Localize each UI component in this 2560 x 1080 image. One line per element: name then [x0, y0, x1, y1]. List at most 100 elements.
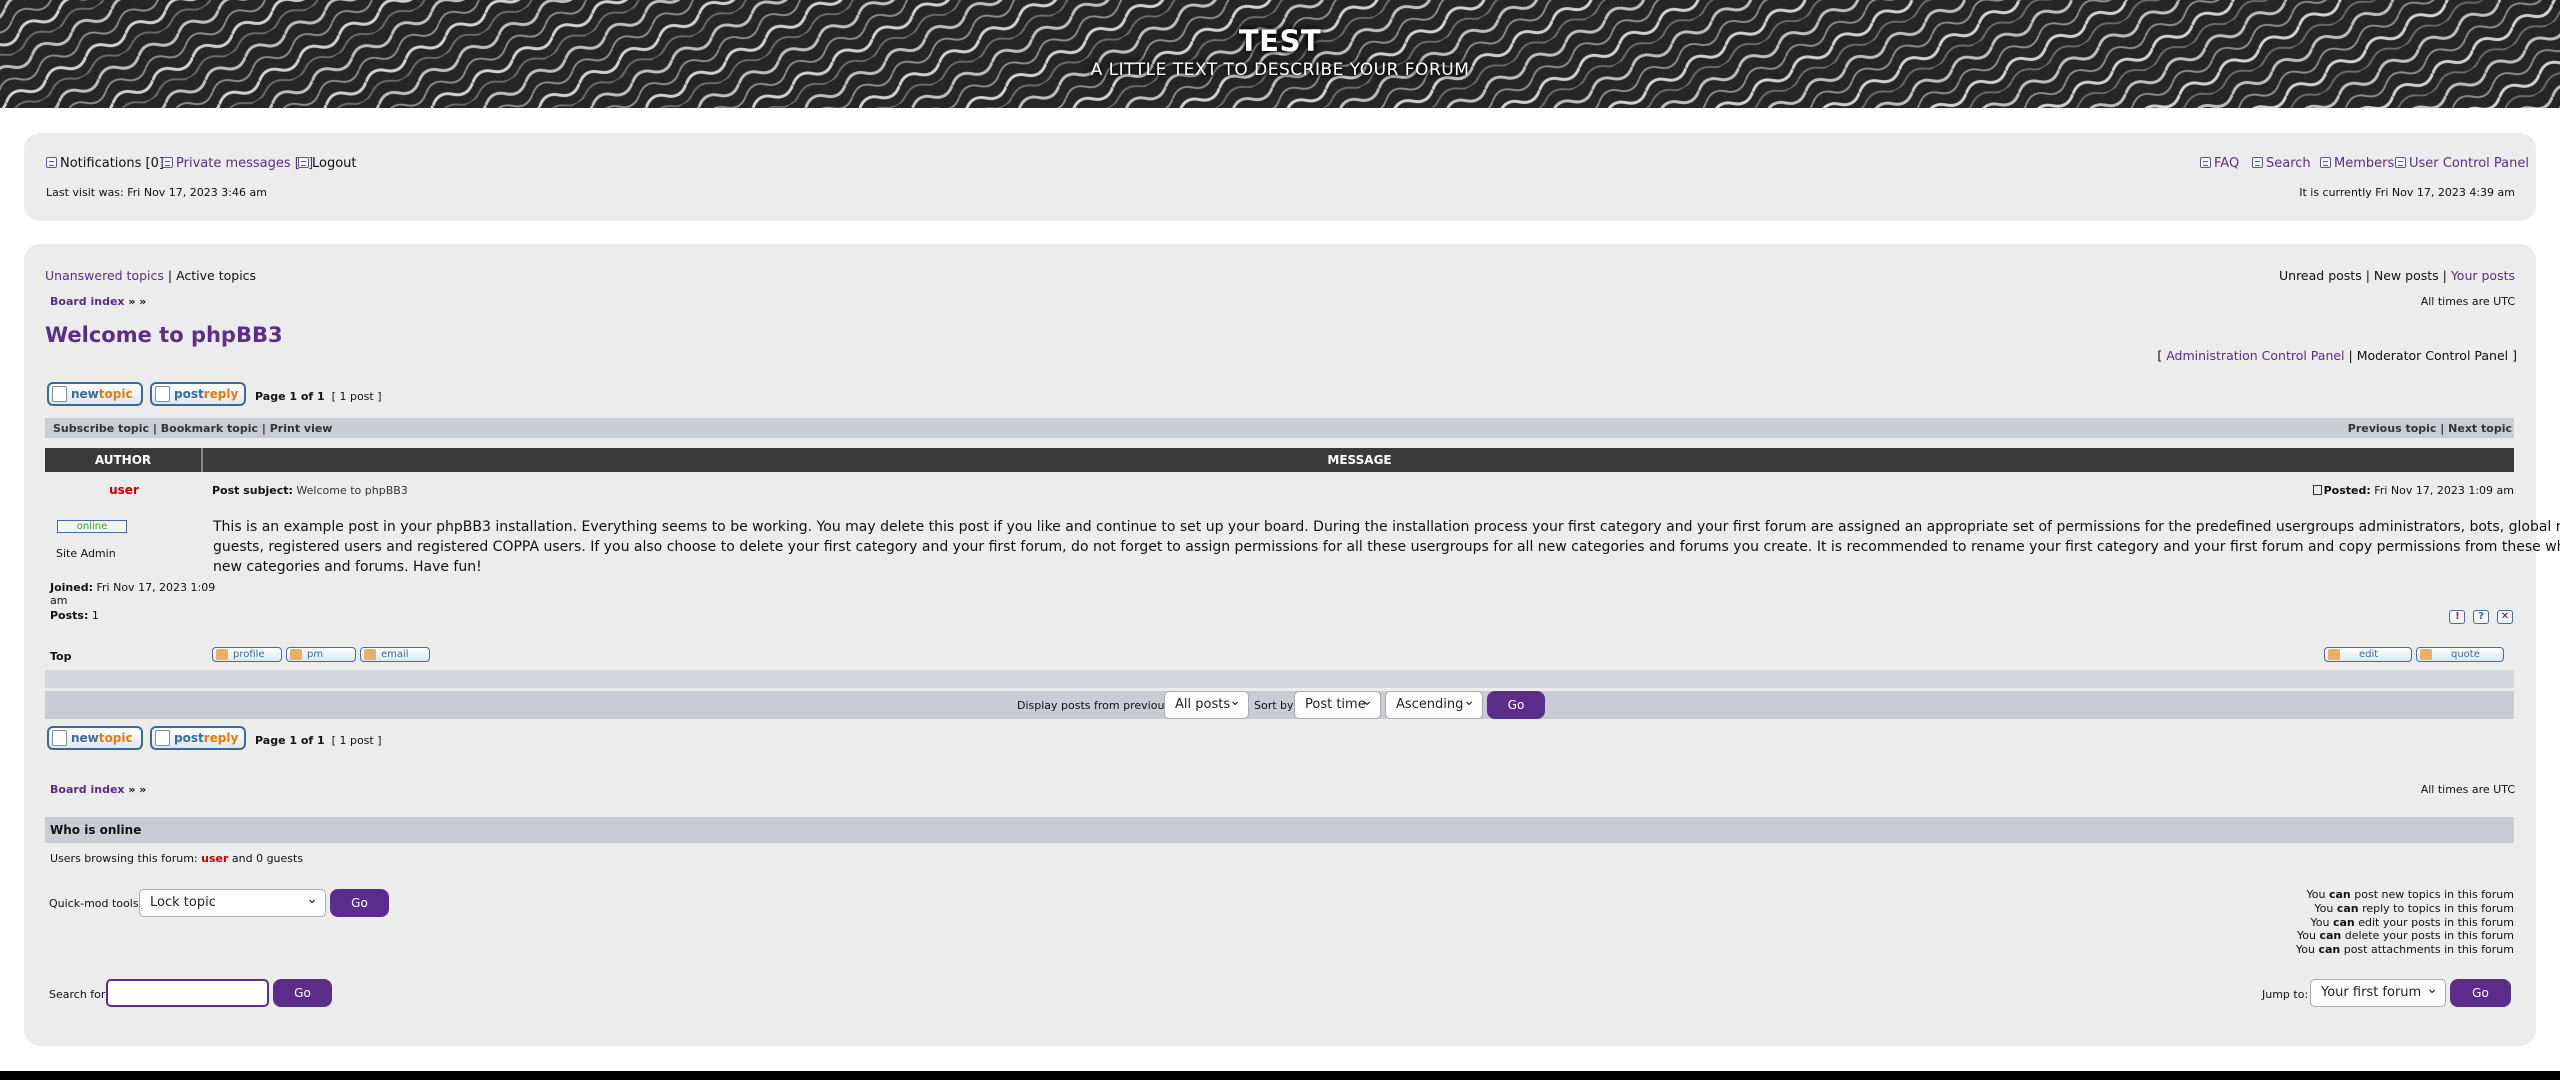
notifications-link[interactable]: Notifications [0]	[46, 156, 164, 171]
subject-text[interactable]: Welcome to phpBB3	[296, 484, 407, 497]
new-topic-button-bottom[interactable]: newtopic	[47, 726, 143, 750]
content-panel	[24, 244, 2536, 1046]
board-index-link[interactable]: Board index	[50, 295, 125, 308]
permission-item: You can post new topics in this forum	[2306, 888, 2515, 901]
post-reply-button-bottom[interactable]: postreply	[150, 726, 246, 750]
display-posts-select[interactable]: All posts	[1164, 688, 1249, 719]
edit-icon	[2328, 649, 2340, 660]
active-topics-link[interactable]: Active topics	[176, 268, 256, 283]
nav-separator: |	[261, 422, 266, 435]
post-author[interactable]: user	[45, 483, 203, 497]
acp-link[interactable]: Administration Control Panel	[2166, 348, 2344, 363]
jump-go-button[interactable]: Go	[2450, 979, 2511, 1007]
logout-link[interactable]: Logout	[298, 156, 357, 171]
members-link[interactable]: Members	[2320, 156, 2394, 171]
unanswered-topics-link[interactable]: Unanswered topics	[45, 268, 164, 283]
private-messages-link[interactable]: Private messages [0]	[162, 156, 313, 171]
breadcrumb: Board index » »	[50, 295, 146, 308]
posts-label: Posts:	[50, 609, 89, 622]
pm-button-label: pm	[307, 649, 324, 660]
nav-separator: |	[167, 268, 173, 283]
subject-label: Post subject:	[212, 484, 293, 497]
page-info: Page 1 of 1	[255, 734, 325, 747]
post-separator	[45, 670, 2514, 688]
post-reply-icon	[155, 386, 170, 402]
footer-bar	[0, 1071, 2560, 1080]
message-column-header: MESSAGE	[1327, 453, 1392, 467]
info-icon[interactable]: ?	[2473, 610, 2490, 624]
quote-button[interactable]: quote	[2416, 646, 2504, 662]
breadcrumb-tail: » »	[128, 783, 147, 796]
quickmod-select[interactable]: Lock topic	[139, 886, 326, 917]
joined-label: Joined:	[50, 581, 93, 594]
browsing-user[interactable]: user	[201, 852, 228, 865]
post-reply-icon	[155, 730, 170, 746]
nav-separator: |	[2365, 268, 2370, 283]
nav-separator: |	[152, 422, 157, 435]
quickmod-go-button[interactable]: Go	[330, 889, 389, 917]
post-icon	[2312, 485, 2322, 495]
your-posts-link[interactable]: Your posts	[2451, 268, 2515, 283]
display-go-button[interactable]: Go	[1487, 691, 1545, 719]
user-panel	[24, 133, 2536, 221]
last-visit: Last visit was: Fri Nov 17, 2023 3:46 am	[46, 186, 267, 199]
sort-key-select[interactable]: Post time	[1294, 688, 1381, 719]
members-icon	[2320, 157, 2331, 168]
quickmod-label: Quick-mod tools:	[49, 897, 143, 910]
forum-title[interactable]: TEST	[0, 24, 2560, 58]
permission-item: You can reply to topics in this forum	[2314, 901, 2514, 915]
post-mod-icons: ! ? ✕	[2445, 608, 2513, 624]
new-topic-label-a: new	[71, 387, 99, 401]
current-time: It is currently Fri Nov 17, 2023 4:39 am	[2299, 186, 2515, 199]
page-title[interactable]: Welcome to phpBB3	[45, 323, 283, 347]
search-go-button[interactable]: Go	[273, 979, 332, 1007]
report-icon[interactable]: !	[2449, 610, 2466, 624]
jump-to-select[interactable]: Your first forum	[2310, 976, 2446, 1007]
print-view-link[interactable]: Print view	[270, 422, 333, 435]
board-index-link[interactable]: Board index	[50, 783, 125, 796]
next-topic-link[interactable]: Next topic	[2448, 422, 2512, 435]
who-is-online-bar	[45, 817, 2514, 843]
ucp-label: User Control Panel	[2409, 156, 2529, 171]
new-posts-link[interactable]: New posts	[2374, 268, 2439, 283]
previous-topic-link[interactable]: Previous topic	[2348, 422, 2437, 435]
pm-button[interactable]: pm	[286, 646, 356, 662]
topic-actions-bar	[45, 418, 2514, 438]
email-button[interactable]: email	[360, 646, 430, 662]
search-label: Search for:	[49, 988, 109, 1001]
permissions-list: You can post new topics in this forum Yo…	[2296, 888, 2514, 957]
profile-icon	[216, 649, 228, 660]
bookmark-topic-link[interactable]: Bookmark topic	[161, 422, 258, 435]
subscribe-topic-link[interactable]: Subscribe topic	[53, 422, 149, 435]
nav-separator: |	[2440, 422, 2445, 435]
top-link[interactable]: Top	[50, 650, 71, 663]
post-count: [ 1 post ]	[331, 734, 382, 747]
topic-navigation: Previous topic | Next topic	[2348, 422, 2512, 435]
posts-value: 1	[91, 609, 99, 622]
users-browsing: Users browsing this forum: user and 0 gu…	[50, 852, 303, 865]
nav-right: Unread posts | New posts | Your posts	[2279, 268, 2515, 283]
display-posts-label: Display posts from previous:	[1017, 699, 1174, 712]
faq-icon	[2200, 157, 2211, 168]
profile-button[interactable]: profile	[212, 646, 282, 662]
mcp-link[interactable]: Moderator Control Panel	[2357, 348, 2508, 363]
quote-icon	[2420, 649, 2432, 660]
search-input[interactable]	[106, 979, 269, 1007]
unread-posts-link[interactable]: Unread posts	[2279, 268, 2362, 283]
post-body: This is an example post in your phpBB3 i…	[213, 517, 2560, 577]
delete-icon[interactable]: ✕	[2497, 610, 2513, 624]
topic-actions: Subscribe topic | Bookmark topic | Print…	[53, 422, 332, 435]
sort-order-select[interactable]: Ascending	[1385, 688, 1483, 719]
faq-link[interactable]: FAQ	[2200, 156, 2239, 171]
search-label: Search	[2266, 156, 2311, 171]
edit-button[interactable]: edit	[2324, 646, 2412, 662]
pagination-top: Page 1 of 1 [ 1 post ]	[255, 390, 382, 403]
search-link[interactable]: Search	[2252, 156, 2311, 171]
new-topic-button[interactable]: newtopic	[47, 382, 143, 406]
post-reply-label-b: reply	[203, 387, 239, 401]
new-topic-label-b: topic	[98, 387, 133, 401]
post-reply-button[interactable]: postreply	[150, 382, 246, 406]
new-topic-icon	[52, 730, 67, 746]
ucp-link[interactable]: User Control Panel	[2395, 156, 2529, 171]
nav-left: Unanswered topics | Active topics	[45, 268, 256, 283]
